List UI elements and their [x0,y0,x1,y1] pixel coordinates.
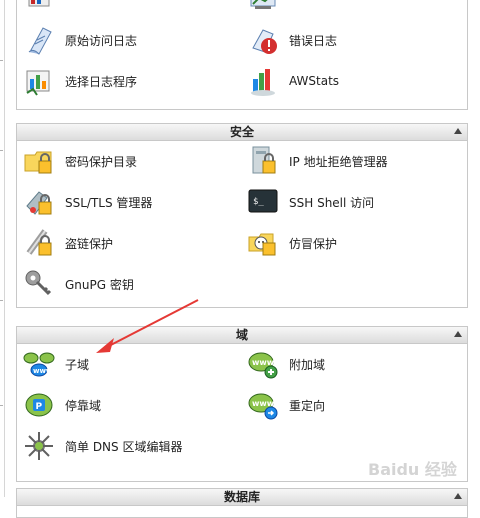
ssl-tls-item[interactable]: SSL/TLS 管理器 [23,185,152,219]
domains-panel-title: 域 [235,328,248,342]
error-log-label: 错误日志 [289,33,338,48]
password-directory-item[interactable]: 密码保护目录 [23,144,137,178]
security-panel-title: 安全 [229,125,254,139]
parked-domains-label: 停靠域 [65,398,102,413]
svg-text:www: www [33,367,53,375]
database-panel-title: 数据库 [223,490,260,504]
left-page-edge [0,0,5,497]
top-partial-item-right[interactable] [247,0,279,25]
addon-domains-label: 附加域 [289,357,326,372]
domains-panel-header[interactable]: 域 [17,327,467,344]
log-program-icon [23,65,55,97]
security-panel-header[interactable]: 安全 [17,124,467,141]
ssl-tls-label: SSL/TLS 管理器 [65,195,153,210]
baidu-watermark: Baidu 经验 [368,460,457,479]
collapse-arrow-icon[interactable] [454,128,462,134]
error-log-item[interactable]: 错误日志 [247,23,337,57]
edge-tick [0,150,3,151]
raw-log-label: 原始访问日志 [65,33,138,48]
edge-tick [0,60,3,61]
collapse-arrow-icon[interactable] [454,493,462,499]
addon-domains-item[interactable]: www 附加域 [247,347,325,381]
ssl-icon [23,186,55,218]
ip-deny-label: IP 地址拒绝管理器 [289,154,388,169]
dns-editor-label: 简单 DNS 区域编辑器 [65,439,183,454]
bandwidth-icon [23,0,55,24]
metrics-icon [247,0,279,24]
database-panel-header[interactable]: 数据库 [17,489,467,506]
subdomains-item[interactable]: www 子域 [23,347,89,381]
ssh-access-item[interactable]: $_ SSH Shell 访问 [247,185,374,219]
ssh-access-label: SSH Shell 访问 [289,195,375,210]
log-program-label: 选择日志程序 [65,74,138,89]
ip-deny-item[interactable]: IP 地址拒绝管理器 [247,144,388,178]
redirects-label: 重定向 [289,398,326,413]
raw-log-icon [23,24,55,56]
dns-editor-item[interactable]: 简单 DNS 区域编辑器 [23,429,182,463]
svg-text:P: P [36,402,43,412]
hotlink-protection-label: 盗链保护 [65,236,114,251]
redirect-icon: www [247,389,279,421]
gnupg-keys-label: GnuPG 密钥 [65,277,134,292]
raw-log-item[interactable]: 原始访问日志 [23,23,137,57]
ip-deny-icon [247,145,279,177]
hotlink-protection-item[interactable]: 盗链保护 [23,226,113,260]
password-directory-label: 密码保护目录 [65,154,138,169]
database-panel: 数据库 [16,488,468,518]
password-folder-icon [23,145,55,177]
gnupg-key-icon [23,268,55,300]
security-panel: 安全 密码保护目录 IP 地址拒绝管理器 SSL/TLS 管理器 $_ SSH … [16,123,468,308]
parked-domains-item[interactable]: P 停靠域 [23,388,101,422]
leech-protection-label: 仿冒保护 [289,236,338,251]
collapse-arrow-icon[interactable] [454,331,462,337]
leech-protect-icon [247,227,279,259]
leech-protection-item[interactable]: 仿冒保护 [247,226,337,260]
awstats-label: AWStats [289,74,340,88]
logs-panel: 原始访问日志 错误日志 选择日志程序 AWStats [16,0,468,110]
edge-tick [0,300,3,301]
subdomains-label: 子域 [65,357,90,372]
ssh-terminal-icon: $_ [247,186,279,218]
error-log-icon [247,24,279,56]
edge-tick [0,405,3,406]
gnupg-keys-item[interactable]: GnuPG 密钥 [23,267,134,301]
addon-domain-icon: www [247,348,279,380]
log-program-item[interactable]: 选择日志程序 [23,64,137,98]
awstats-item[interactable]: AWStats [247,64,339,98]
redirects-item[interactable]: www 重定向 [247,388,325,422]
dns-editor-icon [23,430,55,462]
parked-domain-icon: P [23,389,55,421]
subdomain-icon: www [23,348,55,380]
top-partial-item-left[interactable] [23,0,55,25]
hotlink-icon [23,227,55,259]
svg-text:$_: $_ [253,197,264,207]
awstats-icon [247,65,279,97]
